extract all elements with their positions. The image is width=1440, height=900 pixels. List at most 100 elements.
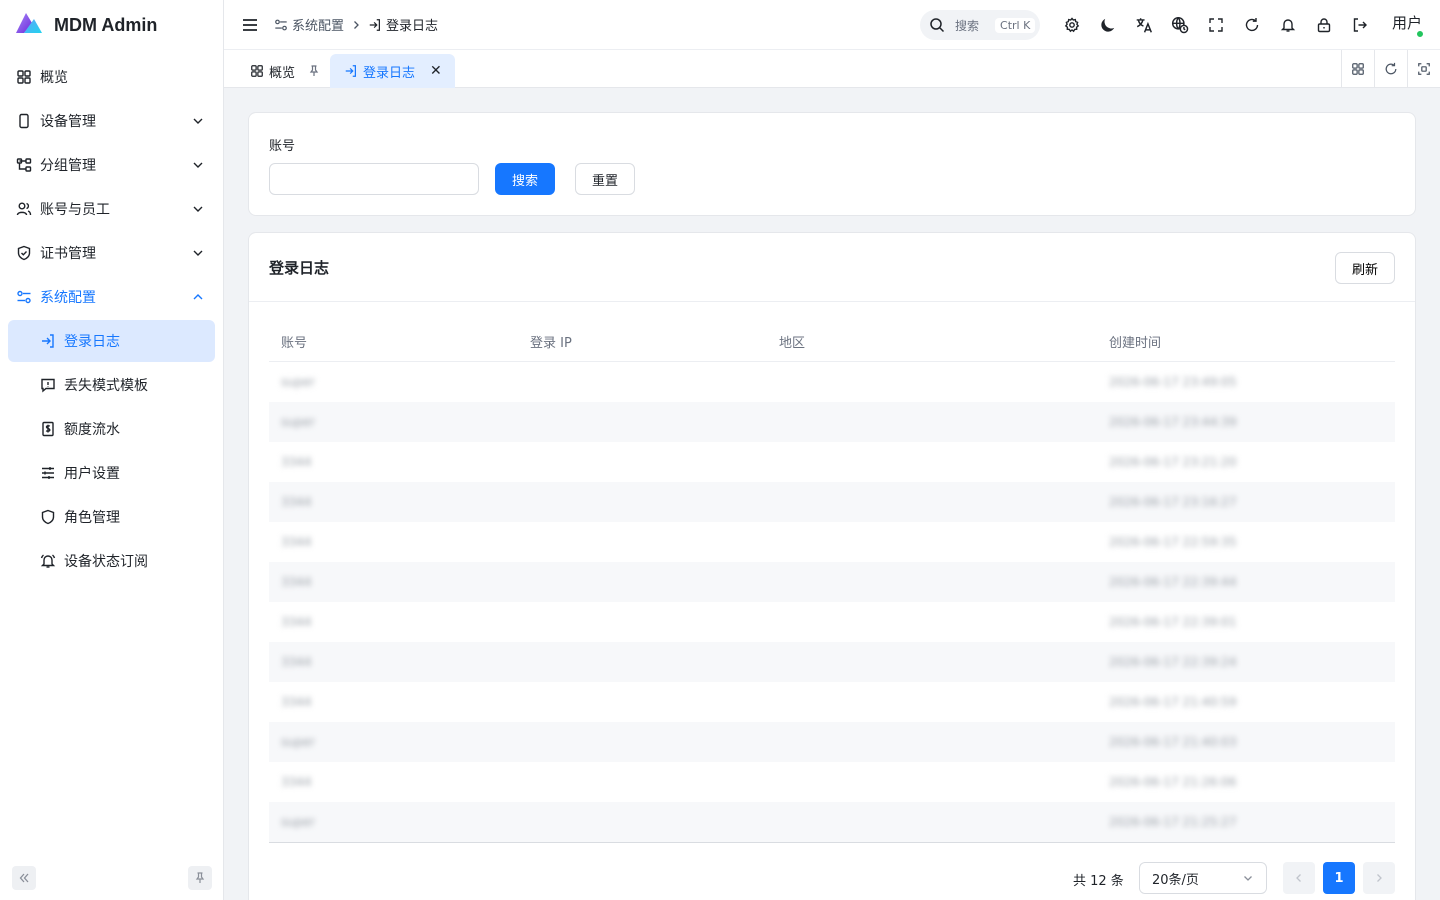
chevron-down-icon [193,250,203,256]
tree-icon [16,157,32,173]
online-status-dot [1416,30,1424,38]
tab-label: 概览 [269,65,296,81]
tab-login-log[interactable]: 登录日志 ✕ [330,54,455,88]
dark-mode-toggle[interactable] [1098,13,1118,37]
table-row[interactable]: 3344 2026-06-17 21:26:06 [269,762,1395,802]
login-icon [369,18,381,31]
sidebar-item-label: 证书管理 [40,246,96,262]
search-button[interactable]: 搜索 [495,163,555,195]
sidebar-item-login-log[interactable]: 登录日志 [8,320,215,362]
sidebar-item-label: 设备状态订阅 [64,554,148,570]
header-actions [1062,13,1370,37]
table-title: 登录日志 [269,259,330,277]
page-button-current[interactable]: 1 [1323,862,1355,894]
tab-maximize-button[interactable] [1407,50,1440,87]
reload-button[interactable] [1242,13,1262,37]
table-row[interactable]: 3344 2026-06-17 23:21:20 [269,442,1395,482]
bell-icon [40,553,56,569]
breadcrumb-item-system-config[interactable]: 系统配置 [274,15,344,34]
fullscreen-button[interactable] [1206,13,1226,37]
breadcrumb-item-login-log[interactable]: 登录日志 [368,15,438,34]
breadcrumb: 系统配置 登录日志 [274,15,438,34]
sidebar-item-quota-flow[interactable]: 额度流水 [8,408,215,450]
shield-check-icon [16,245,32,261]
pin-sidebar-button[interactable] [188,866,212,890]
chevron-down-icon [193,206,203,212]
tabs-bar: 概览 登录日志 ✕ [224,50,1440,88]
collapse-sidebar-button[interactable] [12,866,36,890]
settings-sliders-icon [16,289,32,305]
search-label: 搜索 [955,18,980,33]
table-row[interactable]: 3344 2026-06-17 21:40:59 [269,682,1395,722]
refresh-icon [1245,18,1259,32]
settings-button[interactable] [1062,13,1082,37]
dashboard-icon [251,65,263,77]
moon-icon [1101,18,1115,32]
chevron-right-icon [1377,874,1382,882]
users-icon [16,201,32,217]
tab-label: 登录日志 [363,65,416,81]
chevron-down-icon [193,118,203,124]
translate-icon [1136,18,1152,33]
tab-overview[interactable]: 概览 [250,54,320,88]
sidebar-item-label: 额度流水 [64,422,120,438]
table-row[interactable]: 3344 2026-06-17 23:16:27 [269,482,1395,522]
column-header-account[interactable]: 账号 [269,332,518,351]
next-page-button[interactable] [1363,862,1395,894]
brand[interactable]: MDM Admin [0,0,223,50]
login-log-table-card: 登录日志 刷新 账号 登录 IP 地区 创建时间 super 2026-06-17… [248,232,1416,900]
sidebar-item-device-status-subscription[interactable]: 设备状态订阅 [8,540,215,582]
receipt-icon [40,421,56,437]
sidebar-item-groups[interactable]: 分组管理 [8,144,215,186]
sidebar-item-certificates[interactable]: 证书管理 [8,232,215,274]
table-row[interactable]: super 2026-06-17 21:40:03 [269,722,1395,762]
table-row[interactable]: super 2026-06-17 23:44:39 [269,402,1395,442]
sidebar-item-system-config[interactable]: 系统配置 [8,276,215,318]
pin-icon [195,872,205,883]
page-size-select[interactable]: 20条/页 [1139,862,1267,894]
sidebar-item-accounts[interactable]: 账号与员工 [8,188,215,230]
lock-screen-button[interactable] [1314,13,1334,37]
menu-toggle-button[interactable] [240,15,260,35]
reset-button[interactable]: 重置 [575,163,635,195]
sidebar-item-label: 丢失模式模板 [64,378,148,394]
shield-icon [40,509,56,525]
sidebar-item-user-settings[interactable]: 用户设置 [8,452,215,494]
sidebar-item-devices[interactable]: 设备管理 [8,100,215,142]
timezone-button[interactable] [1170,13,1190,37]
table-row[interactable]: super 2026-06-17 23:49:05 [269,362,1395,402]
system-config-submenu: 登录日志 丢失模式模板 额度流水 用户设置 角色管理 设备状态订阅 [8,320,215,582]
pagination: 共 12 条 20条/页 1 [249,862,1397,896]
account-input[interactable] [269,163,479,195]
chevron-right-icon [354,20,359,29]
divider [249,301,1415,302]
global-search-button[interactable]: 搜索 Ctrl K [920,10,1040,40]
column-header-region[interactable]: 地区 [767,332,1097,351]
close-icon[interactable]: ✕ [430,63,442,79]
table-row[interactable]: 3344 2026-06-17 22:59:35 [269,522,1395,562]
table-header: 账号 登录 IP 地区 创建时间 [269,322,1395,362]
table-body: super 2026-06-17 23:49:05 super 2026-06-17… [269,362,1395,843]
notifications-button[interactable] [1278,13,1298,37]
sidebar-item-role-management[interactable]: 角色管理 [8,496,215,538]
tab-refresh-button[interactable] [1374,50,1407,87]
pin-icon[interactable] [308,65,320,77]
search-shortcut: Ctrl K [995,17,1036,33]
column-header-ip[interactable]: 登录 IP [518,332,767,351]
table-row[interactable]: 3344 2026-06-17 22:39:01 [269,602,1395,642]
sidebar-item-label: 账号与员工 [40,202,110,218]
sidebar-item-overview[interactable]: 概览 [8,56,215,98]
sidebar-item-lost-mode-template[interactable]: 丢失模式模板 [8,364,215,406]
chevron-left-icon [1296,874,1301,882]
table-row[interactable]: 3344 2026-06-17 22:39:44 [269,562,1395,602]
table-row[interactable]: 3344 2026-06-17 22:39:24 [269,642,1395,682]
fullscreen-icon [1209,18,1223,32]
tab-overview-menu-button[interactable] [1341,50,1374,87]
logout-button[interactable] [1350,13,1370,37]
table-row[interactable]: super 2026-06-17 21:25:27 [269,802,1395,842]
column-header-created[interactable]: 创建时间 [1097,332,1395,351]
prev-page-button[interactable] [1283,862,1315,894]
focus-icon [1418,62,1430,75]
language-button[interactable] [1134,13,1154,37]
refresh-button[interactable]: 刷新 [1335,252,1395,284]
